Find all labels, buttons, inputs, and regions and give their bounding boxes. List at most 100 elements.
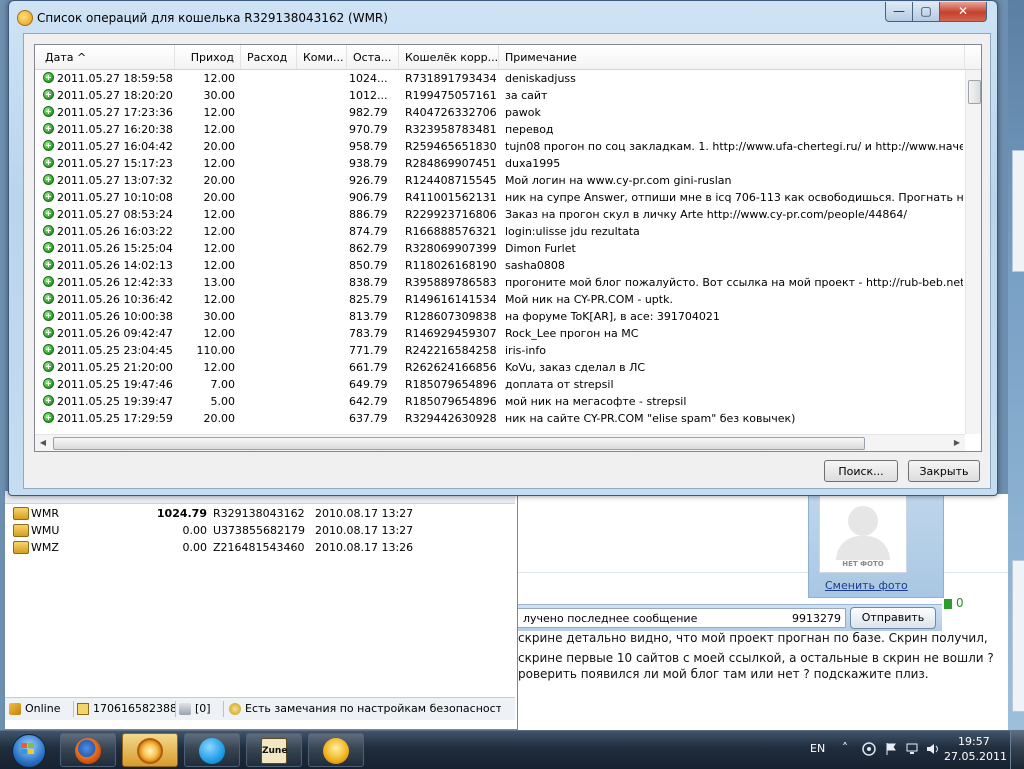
row-expense (241, 376, 297, 393)
security-warning-icon (229, 703, 241, 715)
volume-icon[interactable] (926, 742, 940, 756)
column-header-purse[interactable]: Кошелёк корр... (399, 45, 499, 69)
row-purse: R404726332706 (405, 106, 497, 119)
table-row[interactable]: 2011.05.27 16:20:38 12.00 970.79 R323958783… (35, 121, 963, 138)
close-window-button[interactable]: ✕ (939, 2, 987, 22)
column-header-balance[interactable]: Оста... (347, 45, 399, 69)
purse-date: 2010.08.17 13:27 (315, 524, 414, 537)
row-fee (297, 325, 347, 342)
incoming-plus-icon (43, 174, 54, 185)
column-header-fee[interactable]: Коми... (297, 45, 347, 69)
taskbar-webmoney-keeper[interactable] (122, 733, 178, 767)
windows-flag-icon (21, 743, 35, 755)
row-expense (241, 291, 297, 308)
vertical-scroll-thumb[interactable] (968, 80, 981, 104)
purse-row[interactable]: WMR 1024.79 R329138043162 2010.08.17 13:… (5, 505, 515, 522)
table-row[interactable]: 2011.05.27 17:23:36 12.00 982.79 R404726332… (35, 104, 963, 121)
table-row[interactable]: 2011.05.26 10:00:38 30.00 813.79 R128607309… (35, 308, 963, 325)
message-status-field[interactable]: лучено последнее сообщение 9913279 (516, 608, 846, 628)
row-income: 12.00 (203, 72, 236, 85)
column-header-date[interactable]: Дата ^ (35, 45, 175, 69)
send-button[interactable]: Отправить (850, 607, 936, 629)
scroll-left-arrow-icon[interactable]: ◀ (35, 435, 51, 451)
horizontal-scroll-thumb[interactable] (53, 437, 865, 450)
purse-number: R329138043162 (213, 507, 305, 520)
table-row[interactable]: 2011.05.26 09:42:47 12.00 783.79 R146929459… (35, 325, 963, 342)
tray-app-icon[interactable] (862, 742, 876, 756)
row-note: перевод (505, 123, 554, 136)
purse-row[interactable]: WMZ 0.00 Z216481543460 2010.08.17 13:26 (5, 539, 515, 556)
row-fee (297, 87, 347, 104)
table-row[interactable]: 2011.05.27 15:17:23 12.00 938.79 R284869907… (35, 155, 963, 172)
status-online[interactable]: Online (9, 701, 74, 717)
list-header: Дата ^ Приход Расход Коми... Оста... Кош… (35, 45, 981, 70)
purse-name: WMZ (31, 541, 59, 554)
row-fee (297, 138, 347, 155)
background-scrollbar (1012, 150, 1024, 272)
row-income: 110.00 (196, 344, 236, 357)
table-row[interactable]: 2011.05.25 17:29:59 20.00 637.79 R329442630… (35, 410, 963, 427)
purse-row[interactable]: WMU 0.00 U373855682179 2010.08.17 13:27 (5, 522, 515, 539)
clock-time[interactable]: 19:57 (958, 735, 990, 748)
incoming-plus-icon (43, 276, 54, 287)
table-row[interactable]: 2011.05.25 19:39:47 5.00 642.79 R1850796548… (35, 393, 963, 410)
table-row[interactable]: 2011.05.27 16:04:42 20.00 958.79 R259465651… (35, 138, 963, 155)
scroll-right-arrow-icon[interactable]: ▶ (949, 435, 965, 451)
table-row[interactable]: 2011.05.26 16:03:22 12.00 874.79 R166888576… (35, 223, 963, 240)
table-row[interactable]: 2011.05.27 13:07:32 20.00 926.79 R124408715… (35, 172, 963, 189)
status-online-label: Online (25, 702, 61, 715)
table-row[interactable]: 2011.05.25 21:20:00 12.00 661.79 R262624166… (35, 359, 963, 376)
column-header-expense[interactable]: Расход (241, 45, 297, 69)
table-row[interactable]: 2011.05.25 23:04:45 110.00 771.79 R24221658… (35, 342, 963, 359)
table-row[interactable]: 2011.05.25 19:47:46 7.00 649.79 R1850796548… (35, 376, 963, 393)
network-icon[interactable] (906, 742, 920, 756)
tray-chevron-icon[interactable]: ˄ (842, 741, 848, 755)
status-wmid[interactable]: 170616582388 (77, 701, 176, 717)
horizontal-scrollbar[interactable]: ◀ ▶ (35, 434, 965, 451)
status-security[interactable]: Есть замечания по настройкам безопасност… (229, 701, 501, 717)
action-center-flag-icon[interactable] (884, 742, 898, 756)
row-purse: R199475057161 (405, 89, 497, 102)
message-status-text: лучено последнее сообщение (523, 612, 698, 625)
keeper-status-bar: Online 170616582388 [0] Есть замечания п… (5, 697, 515, 720)
column-header-income[interactable]: Приход (175, 45, 241, 69)
start-button[interactable] (6, 732, 52, 768)
taskbar-mail-agent[interactable] (308, 733, 364, 767)
language-indicator[interactable]: EN (810, 742, 825, 755)
row-income: 12.00 (203, 208, 236, 221)
incoming-plus-icon (43, 140, 54, 151)
table-row[interactable]: 2011.05.27 08:53:24 12.00 886.79 R229923716… (35, 206, 963, 223)
taskbar-skype[interactable] (184, 733, 240, 767)
table-row[interactable]: 2011.05.27 18:20:20 30.00 1012... R19947505… (35, 87, 963, 104)
column-header-note[interactable]: Примечание (499, 45, 965, 69)
vertical-scrollbar[interactable] (965, 70, 981, 434)
table-row[interactable]: 2011.05.26 15:25:04 12.00 862.79 R328069907… (35, 240, 963, 257)
table-row[interactable]: 2011.05.26 10:36:42 12.00 825.79 R149616141… (35, 291, 963, 308)
row-date: 2011.05.25 19:39:47 (57, 395, 173, 408)
silhouette-body-icon (836, 536, 890, 560)
row-fee (297, 376, 347, 393)
dialog-client-area: Дата ^ Приход Расход Коми... Оста... Кош… (23, 33, 991, 489)
table-row[interactable]: 2011.05.26 14:02:13 12.00 850.79 R118026168… (35, 257, 963, 274)
taskbar-firefox[interactable] (60, 733, 116, 767)
row-balance: 958.79 (349, 140, 388, 153)
search-button[interactable]: Поиск... (824, 460, 898, 482)
table-row[interactable]: 2011.05.27 10:10:08 20.00 906.79 R411001562… (35, 189, 963, 206)
close-button[interactable]: Закрыть (908, 460, 980, 482)
row-note: мой ник на мегасофте - strepsil (505, 395, 687, 408)
table-row[interactable]: 2011.05.27 18:59:58 12.00 1024... R73189179… (35, 70, 963, 87)
show-desktop-button[interactable] (1010, 731, 1024, 769)
minimize-button[interactable]: — (885, 2, 913, 22)
change-photo-link[interactable]: Сменить фото (825, 579, 908, 592)
clock-date[interactable]: 27.05.2011 (944, 750, 1007, 763)
table-row[interactable]: 2011.05.26 12:42:33 13.00 838.79 R395889786… (35, 274, 963, 291)
post-text-line: скрине первые 10 сайтов с моей ссылкой, … (518, 651, 994, 665)
row-income: 12.00 (203, 327, 236, 340)
row-note: sasha0808 (505, 259, 565, 272)
status-messages[interactable]: [0] (179, 701, 224, 717)
taskbar-zune[interactable]: Zune (246, 733, 302, 767)
row-date: 2011.05.27 18:20:20 (57, 89, 173, 102)
maximize-button[interactable]: ▢ (912, 2, 940, 22)
row-date: 2011.05.27 15:17:23 (57, 157, 173, 170)
row-expense (241, 342, 297, 359)
